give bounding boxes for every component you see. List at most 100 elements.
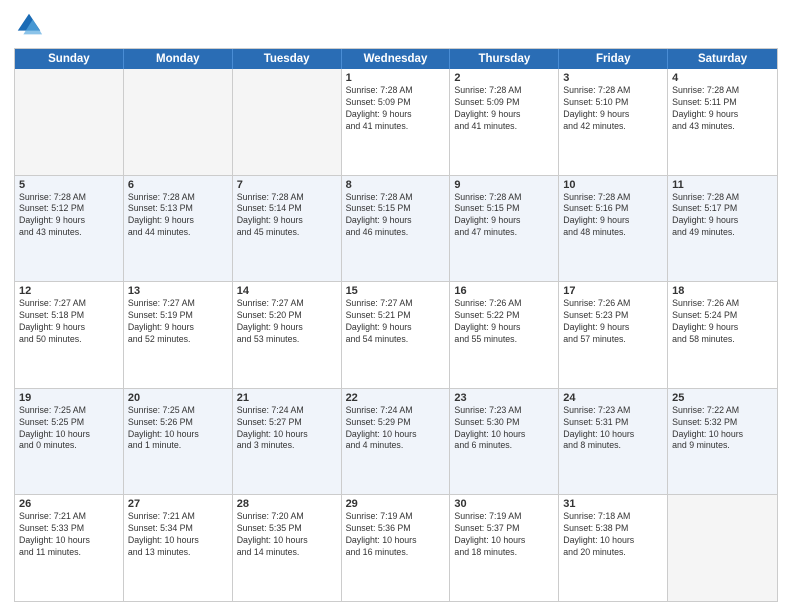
cal-cell-r1-c4: 9Sunrise: 7:28 AM Sunset: 5:15 PM Daylig… — [450, 176, 559, 282]
day-number: 31 — [563, 498, 663, 510]
cal-cell-r3-c1: 20Sunrise: 7:25 AM Sunset: 5:26 PM Dayli… — [124, 389, 233, 495]
cell-info: Sunrise: 7:28 AM Sunset: 5:17 PM Dayligh… — [672, 192, 773, 240]
day-number: 3 — [563, 72, 663, 84]
cell-info: Sunrise: 7:27 AM Sunset: 5:20 PM Dayligh… — [237, 298, 337, 346]
cell-info: Sunrise: 7:28 AM Sunset: 5:16 PM Dayligh… — [563, 192, 663, 240]
cell-info: Sunrise: 7:23 AM Sunset: 5:30 PM Dayligh… — [454, 405, 554, 453]
day-number: 11 — [672, 179, 773, 191]
header-day-wednesday: Wednesday — [342, 49, 451, 69]
day-number: 22 — [346, 392, 446, 404]
cell-info: Sunrise: 7:26 AM Sunset: 5:24 PM Dayligh… — [672, 298, 773, 346]
day-number: 25 — [672, 392, 773, 404]
cell-info: Sunrise: 7:22 AM Sunset: 5:32 PM Dayligh… — [672, 405, 773, 453]
calendar: SundayMondayTuesdayWednesdayThursdayFrid… — [14, 48, 778, 602]
page: SundayMondayTuesdayWednesdayThursdayFrid… — [0, 0, 792, 612]
header — [14, 10, 778, 40]
cell-info: Sunrise: 7:20 AM Sunset: 5:35 PM Dayligh… — [237, 511, 337, 559]
cell-info: Sunrise: 7:28 AM Sunset: 5:12 PM Dayligh… — [19, 192, 119, 240]
cell-info: Sunrise: 7:23 AM Sunset: 5:31 PM Dayligh… — [563, 405, 663, 453]
header-day-saturday: Saturday — [668, 49, 777, 69]
cal-cell-r1-c6: 11Sunrise: 7:28 AM Sunset: 5:17 PM Dayli… — [668, 176, 777, 282]
cal-cell-r4-c6 — [668, 495, 777, 601]
logo-icon — [14, 10, 44, 40]
cal-cell-r2-c1: 13Sunrise: 7:27 AM Sunset: 5:19 PM Dayli… — [124, 282, 233, 388]
cell-info: Sunrise: 7:27 AM Sunset: 5:18 PM Dayligh… — [19, 298, 119, 346]
cal-cell-r0-c6: 4Sunrise: 7:28 AM Sunset: 5:11 PM Daylig… — [668, 69, 777, 175]
cal-cell-r4-c3: 29Sunrise: 7:19 AM Sunset: 5:36 PM Dayli… — [342, 495, 451, 601]
day-number: 15 — [346, 285, 446, 297]
cal-cell-r3-c0: 19Sunrise: 7:25 AM Sunset: 5:25 PM Dayli… — [15, 389, 124, 495]
cell-info: Sunrise: 7:24 AM Sunset: 5:27 PM Dayligh… — [237, 405, 337, 453]
calendar-row-3: 19Sunrise: 7:25 AM Sunset: 5:25 PM Dayli… — [15, 389, 777, 496]
header-day-tuesday: Tuesday — [233, 49, 342, 69]
cal-cell-r0-c4: 2Sunrise: 7:28 AM Sunset: 5:09 PM Daylig… — [450, 69, 559, 175]
cell-info: Sunrise: 7:28 AM Sunset: 5:09 PM Dayligh… — [346, 85, 446, 133]
cell-info: Sunrise: 7:27 AM Sunset: 5:19 PM Dayligh… — [128, 298, 228, 346]
calendar-row-1: 5Sunrise: 7:28 AM Sunset: 5:12 PM Daylig… — [15, 176, 777, 283]
day-number: 1 — [346, 72, 446, 84]
cal-cell-r1-c0: 5Sunrise: 7:28 AM Sunset: 5:12 PM Daylig… — [15, 176, 124, 282]
cal-cell-r2-c6: 18Sunrise: 7:26 AM Sunset: 5:24 PM Dayli… — [668, 282, 777, 388]
cell-info: Sunrise: 7:21 AM Sunset: 5:33 PM Dayligh… — [19, 511, 119, 559]
cell-info: Sunrise: 7:19 AM Sunset: 5:37 PM Dayligh… — [454, 511, 554, 559]
day-number: 12 — [19, 285, 119, 297]
day-number: 27 — [128, 498, 228, 510]
day-number: 2 — [454, 72, 554, 84]
day-number: 20 — [128, 392, 228, 404]
cal-cell-r3-c4: 23Sunrise: 7:23 AM Sunset: 5:30 PM Dayli… — [450, 389, 559, 495]
cal-cell-r3-c3: 22Sunrise: 7:24 AM Sunset: 5:29 PM Dayli… — [342, 389, 451, 495]
day-number: 9 — [454, 179, 554, 191]
cell-info: Sunrise: 7:28 AM Sunset: 5:11 PM Dayligh… — [672, 85, 773, 133]
cal-cell-r1-c2: 7Sunrise: 7:28 AM Sunset: 5:14 PM Daylig… — [233, 176, 342, 282]
cal-cell-r3-c6: 25Sunrise: 7:22 AM Sunset: 5:32 PM Dayli… — [668, 389, 777, 495]
cal-cell-r2-c5: 17Sunrise: 7:26 AM Sunset: 5:23 PM Dayli… — [559, 282, 668, 388]
cal-cell-r4-c4: 30Sunrise: 7:19 AM Sunset: 5:37 PM Dayli… — [450, 495, 559, 601]
cal-cell-r1-c5: 10Sunrise: 7:28 AM Sunset: 5:16 PM Dayli… — [559, 176, 668, 282]
cell-info: Sunrise: 7:26 AM Sunset: 5:22 PM Dayligh… — [454, 298, 554, 346]
cell-info: Sunrise: 7:18 AM Sunset: 5:38 PM Dayligh… — [563, 511, 663, 559]
cell-info: Sunrise: 7:24 AM Sunset: 5:29 PM Dayligh… — [346, 405, 446, 453]
header-day-monday: Monday — [124, 49, 233, 69]
header-day-sunday: Sunday — [15, 49, 124, 69]
cal-cell-r1-c3: 8Sunrise: 7:28 AM Sunset: 5:15 PM Daylig… — [342, 176, 451, 282]
cell-info: Sunrise: 7:28 AM Sunset: 5:15 PM Dayligh… — [454, 192, 554, 240]
header-day-thursday: Thursday — [450, 49, 559, 69]
cal-cell-r4-c2: 28Sunrise: 7:20 AM Sunset: 5:35 PM Dayli… — [233, 495, 342, 601]
day-number: 5 — [19, 179, 119, 191]
cell-info: Sunrise: 7:28 AM Sunset: 5:15 PM Dayligh… — [346, 192, 446, 240]
cell-info: Sunrise: 7:25 AM Sunset: 5:25 PM Dayligh… — [19, 405, 119, 453]
cell-info: Sunrise: 7:28 AM Sunset: 5:13 PM Dayligh… — [128, 192, 228, 240]
day-number: 4 — [672, 72, 773, 84]
header-day-friday: Friday — [559, 49, 668, 69]
calendar-row-4: 26Sunrise: 7:21 AM Sunset: 5:33 PM Dayli… — [15, 495, 777, 601]
logo — [14, 10, 48, 40]
day-number: 6 — [128, 179, 228, 191]
cal-cell-r2-c2: 14Sunrise: 7:27 AM Sunset: 5:20 PM Dayli… — [233, 282, 342, 388]
cal-cell-r0-c1 — [124, 69, 233, 175]
day-number: 30 — [454, 498, 554, 510]
cal-cell-r0-c3: 1Sunrise: 7:28 AM Sunset: 5:09 PM Daylig… — [342, 69, 451, 175]
cal-cell-r4-c0: 26Sunrise: 7:21 AM Sunset: 5:33 PM Dayli… — [15, 495, 124, 601]
day-number: 26 — [19, 498, 119, 510]
cal-cell-r3-c2: 21Sunrise: 7:24 AM Sunset: 5:27 PM Dayli… — [233, 389, 342, 495]
cell-info: Sunrise: 7:27 AM Sunset: 5:21 PM Dayligh… — [346, 298, 446, 346]
day-number: 10 — [563, 179, 663, 191]
day-number: 8 — [346, 179, 446, 191]
cell-info: Sunrise: 7:21 AM Sunset: 5:34 PM Dayligh… — [128, 511, 228, 559]
cell-info: Sunrise: 7:28 AM Sunset: 5:10 PM Dayligh… — [563, 85, 663, 133]
day-number: 7 — [237, 179, 337, 191]
day-number: 21 — [237, 392, 337, 404]
day-number: 16 — [454, 285, 554, 297]
day-number: 13 — [128, 285, 228, 297]
calendar-body: 1Sunrise: 7:28 AM Sunset: 5:09 PM Daylig… — [15, 69, 777, 601]
cell-info: Sunrise: 7:26 AM Sunset: 5:23 PM Dayligh… — [563, 298, 663, 346]
cal-cell-r4-c1: 27Sunrise: 7:21 AM Sunset: 5:34 PM Dayli… — [124, 495, 233, 601]
day-number: 18 — [672, 285, 773, 297]
cal-cell-r2-c3: 15Sunrise: 7:27 AM Sunset: 5:21 PM Dayli… — [342, 282, 451, 388]
cell-info: Sunrise: 7:25 AM Sunset: 5:26 PM Dayligh… — [128, 405, 228, 453]
cal-cell-r3-c5: 24Sunrise: 7:23 AM Sunset: 5:31 PM Dayli… — [559, 389, 668, 495]
day-number: 19 — [19, 392, 119, 404]
cal-cell-r2-c4: 16Sunrise: 7:26 AM Sunset: 5:22 PM Dayli… — [450, 282, 559, 388]
day-number: 24 — [563, 392, 663, 404]
cal-cell-r0-c2 — [233, 69, 342, 175]
